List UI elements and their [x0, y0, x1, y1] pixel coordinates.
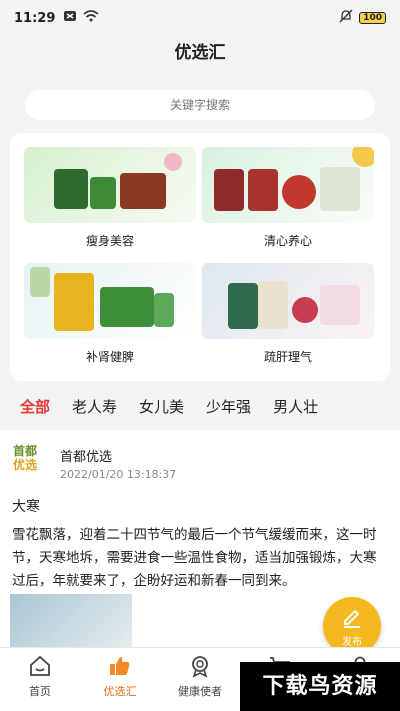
post-body: 雪花飘落，迎着二十四节气的最后一个节气缓缓而来，这一时节，天寒地坼，需要进食一些…: [12, 527, 377, 589]
category-image: [24, 147, 196, 223]
nav-health-ambassador[interactable]: 健康使者: [160, 654, 240, 699]
filter-tabs: 全部 老人寿 女儿美 少年强 男人壮: [20, 396, 318, 417]
thumbs-up-icon: [110, 657, 130, 675]
tab-all[interactable]: 全部: [20, 396, 50, 417]
page-title: 优选汇: [174, 43, 226, 63]
tab-youth[interactable]: 少年强: [206, 396, 251, 417]
post-title: 大寒: [12, 499, 40, 515]
tab-men[interactable]: 男人壮: [273, 396, 318, 417]
category-image: [202, 147, 374, 223]
avatar-line1: 首都: [13, 444, 38, 458]
post-author[interactable]: 首都优选: [60, 446, 112, 465]
nav-selection[interactable]: 优选汇: [80, 654, 160, 699]
search-input[interactable]: 关键字搜索: [25, 90, 375, 120]
medal-icon: [192, 656, 208, 678]
watermark-logo: 下载鸟资源: [240, 662, 400, 711]
post-timestamp: 2022/01/20 13:18:37: [60, 468, 177, 481]
nav-label: 健康使者: [178, 685, 222, 698]
nav-label: 首页: [29, 685, 51, 698]
category-label: 瘦身美容: [85, 234, 134, 248]
category-tile-liver-qi[interactable]: 疏肝理气: [202, 263, 374, 365]
notification-icon: [63, 10, 77, 26]
home-icon: [30, 655, 50, 676]
post-image[interactable]: [10, 594, 132, 647]
publish-label: 发布: [342, 637, 362, 648]
category-label: 疏肝理气: [263, 350, 312, 364]
battery-icon: 100: [359, 12, 386, 24]
mute-icon: [339, 9, 353, 27]
category-label: 补肾健脾: [85, 350, 134, 364]
tab-women[interactable]: 女儿美: [139, 396, 184, 417]
category-image: [24, 263, 196, 339]
category-image: [202, 263, 374, 339]
tab-elderly[interactable]: 老人寿: [72, 396, 117, 417]
category-grid: 瘦身美容 清心养心 补肾健脾 疏肝理气: [10, 133, 390, 381]
author-avatar[interactable]: 首都 优选: [13, 444, 47, 478]
status-time: 11:29: [14, 10, 56, 26]
nav-home[interactable]: 首页: [0, 654, 80, 699]
category-label: 清心养心: [263, 234, 312, 248]
avatar-line2: 优选: [13, 458, 38, 472]
category-tile-kidney-spleen[interactable]: 补肾健脾: [24, 263, 196, 365]
status-bar: 11:29 100: [0, 0, 400, 36]
wifi-icon: [83, 10, 99, 26]
category-tile-slimming[interactable]: 瘦身美容: [24, 147, 196, 249]
pencil-icon: [344, 609, 360, 628]
nav-label: 优选汇: [103, 685, 137, 698]
category-tile-calm-heart[interactable]: 清心养心: [202, 147, 374, 249]
